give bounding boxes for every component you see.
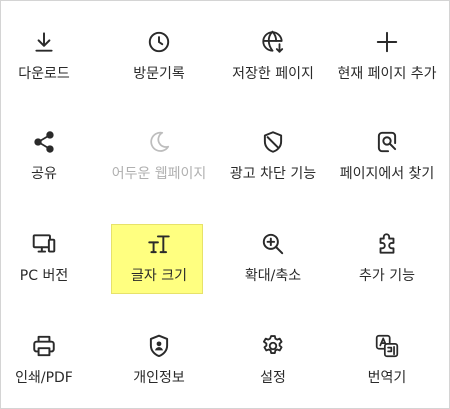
text-size-icon bbox=[146, 231, 172, 257]
privacy-shield-icon bbox=[146, 333, 172, 359]
menu-item-privacy[interactable]: 개인정보 bbox=[103, 333, 215, 388]
menu-item-label: PC 버전 bbox=[19, 268, 69, 284]
menu-item-print-pdf[interactable]: 인쇄/PDF bbox=[0, 333, 100, 388]
print-icon bbox=[31, 333, 57, 359]
menu-item-label: 어두운 웹페이지 bbox=[111, 166, 207, 182]
menu-item-ad-block[interactable]: 광고 차단 기능 bbox=[217, 129, 329, 184]
menu-item-add-current-page[interactable]: 현재 페이지 추가 bbox=[331, 29, 443, 84]
share-icon bbox=[31, 129, 57, 155]
history-clock-icon bbox=[146, 29, 172, 55]
menu-item-find-in-page[interactable]: 페이지에서 찾기 bbox=[331, 129, 443, 184]
menu-item-settings[interactable]: 설정 bbox=[217, 333, 329, 388]
menu-item-text-size[interactable]: 글자 크기 bbox=[103, 231, 215, 286]
menu-item-label: 저장한 페이지 bbox=[232, 66, 314, 82]
desktop-monitor-icon bbox=[31, 231, 57, 257]
saved-pages-globe-icon bbox=[260, 29, 286, 55]
menu-item-label: 글자 크기 bbox=[131, 268, 187, 284]
moon-icon bbox=[146, 129, 172, 155]
menu-item-history[interactable]: 방문기록 bbox=[103, 29, 215, 84]
menu-item-translator[interactable]: 번역기 bbox=[331, 333, 443, 388]
menu-item-saved-pages[interactable]: 저장한 페이지 bbox=[217, 29, 329, 84]
menu-item-label: 광고 차단 기능 bbox=[229, 166, 317, 182]
menu-item-label: 다운로드 bbox=[18, 66, 70, 82]
zoom-icon bbox=[260, 231, 286, 257]
menu-item-download[interactable]: 다운로드 bbox=[0, 29, 100, 84]
menu-item-label: 추가 기능 bbox=[359, 268, 415, 284]
menu-item-label: 현재 페이지 추가 bbox=[337, 66, 437, 82]
menu-item-dark-webpage[interactable]: 어두운 웹페이지 bbox=[103, 129, 215, 184]
menu-item-label: 방문기록 bbox=[133, 66, 185, 82]
find-in-page-icon bbox=[374, 129, 400, 155]
menu-item-label: 인쇄/PDF bbox=[15, 370, 73, 386]
menu-panel: 다운로드 방문기록 저장한 페이지 현재 페이지 추가 공유 어두운 웹페이지 … bbox=[0, 0, 450, 409]
menu-item-label: 설정 bbox=[260, 370, 286, 386]
plus-icon bbox=[374, 29, 400, 55]
menu-item-share[interactable]: 공유 bbox=[0, 129, 100, 184]
menu-item-label: 확대/축소 bbox=[244, 268, 302, 284]
menu-item-pc-version[interactable]: PC 버전 bbox=[0, 231, 100, 286]
ad-block-shield-icon bbox=[260, 129, 286, 155]
menu-item-label: 공유 bbox=[31, 166, 57, 182]
menu-item-add-ons[interactable]: 추가 기능 bbox=[331, 231, 443, 286]
menu-item-label: 페이지에서 찾기 bbox=[339, 166, 435, 182]
download-icon bbox=[31, 29, 57, 55]
puzzle-icon bbox=[374, 231, 400, 257]
gear-icon bbox=[260, 333, 286, 359]
translate-icon bbox=[374, 333, 400, 359]
menu-item-zoom[interactable]: 확대/축소 bbox=[217, 231, 329, 286]
menu-item-label: 번역기 bbox=[367, 370, 407, 386]
menu-item-label: 개인정보 bbox=[133, 370, 185, 386]
